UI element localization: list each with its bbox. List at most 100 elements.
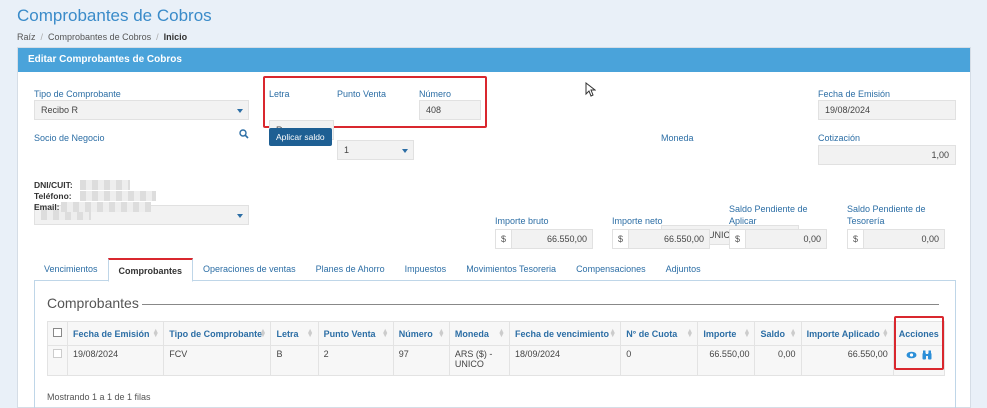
table-row: 19/08/2024 FCV B 2 97 ARS ($) - UNICO 18…: [46, 345, 946, 376]
cell-moneda: ARS ($) - UNICO: [448, 345, 510, 376]
sort-icon: ▲ ▼: [306, 328, 314, 339]
col-fecha-vencimiento[interactable]: Fecha de vencimiento ▲ ▼: [508, 321, 622, 346]
section-divider: [142, 304, 939, 305]
importe-neto-label: Importe neto: [612, 216, 663, 226]
currency-symbol: $: [730, 230, 746, 248]
tab-impuestos[interactable]: Impuestos: [395, 258, 457, 280]
cell-letra: B: [270, 345, 319, 376]
letra-label: Letra: [269, 89, 290, 99]
telefono-label: Teléfono:: [34, 191, 72, 201]
breadcrumb-separator: /: [40, 32, 44, 42]
tipo-comprobante-label: Tipo de Comprobante: [34, 89, 121, 99]
breadcrumb-current: Inicio: [163, 32, 188, 42]
col-saldo[interactable]: Saldo ▲ ▼: [754, 321, 802, 346]
col-tipo-comprobante[interactable]: Tipo de Comprobante ▲ ▼: [163, 321, 272, 346]
tab-bar: Vencimientos Comprobantes Operaciones de…: [34, 258, 956, 282]
tab-vencimientos[interactable]: Vencimientos: [34, 258, 108, 280]
chevron-down-icon: [237, 214, 243, 218]
cell-importe: 66.550,00: [697, 345, 756, 376]
socio-negocio-label: Socio de Negocio: [34, 133, 105, 143]
col-moneda[interactable]: Moneda ▲ ▼: [448, 321, 510, 346]
importe-bruto-field: $ 66.550,00: [495, 229, 593, 249]
tab-adjuntos[interactable]: Adjuntos: [656, 258, 711, 280]
sort-icon: ▲ ▼: [609, 328, 617, 339]
tab-compensaciones[interactable]: Compensaciones: [566, 258, 656, 280]
col-numero[interactable]: Número ▲ ▼: [392, 321, 450, 346]
cell-tipo-comprobante: FCV: [163, 345, 272, 376]
moneda-label: Moneda: [661, 133, 694, 143]
cotizacion-input[interactable]: 1,00: [818, 145, 956, 165]
cell-punto-venta: 2: [317, 345, 394, 376]
importe-bruto-label: Importe bruto: [495, 216, 549, 226]
page-title: Comprobantes de Cobros: [17, 6, 212, 25]
cell-numero: 97: [392, 345, 450, 376]
sort-icon: ▲ ▼: [437, 328, 445, 339]
chevron-down-icon: [402, 149, 408, 153]
aplicar-saldo-button[interactable]: Aplicar saldo: [269, 128, 332, 146]
cell-saldo: 0,00: [754, 345, 802, 376]
tab-content: Comprobantes Fecha de Emisión ▲ ▼ Tipo de …: [34, 281, 956, 408]
search-icon[interactable]: [239, 129, 249, 139]
breadcrumb-root[interactable]: Raíz: [17, 32, 36, 42]
col-importe-aplicado[interactable]: Importe Aplicado ▲ ▼: [800, 321, 894, 346]
chevron-down-icon: [237, 109, 243, 113]
highlight-box-acciones: [894, 316, 944, 370]
blurred-email: [61, 202, 151, 212]
sort-icon: ▲ ▼: [743, 328, 751, 339]
tipo-comprobante-select[interactable]: Recibo R: [34, 100, 249, 120]
tipo-comprobante-value: Recibo R: [41, 105, 79, 115]
select-all-checkbox[interactable]: [53, 328, 62, 337]
saldo-tesoreria-label-line2: Tesorería: [847, 216, 885, 226]
currency-symbol: $: [613, 230, 629, 248]
tab-planes-ahorro[interactable]: Planes de Ahorro: [306, 258, 395, 280]
cell-fecha-vencimiento: 18/09/2024: [508, 345, 622, 376]
row-checkbox-cell: [46, 345, 69, 376]
numero-input[interactable]: 408: [419, 100, 481, 120]
cell-importe-aplicado: 66.550,00: [800, 345, 894, 376]
saldo-aplicar-field: $ 0,00: [729, 229, 827, 249]
punto-venta-select[interactable]: 1: [337, 140, 414, 160]
blurred-telefono: [80, 191, 156, 201]
col-punto-venta[interactable]: Punto Venta ▲ ▼: [317, 321, 394, 346]
col-numero-cuota[interactable]: N° de Cuota ▲ ▼: [620, 321, 699, 346]
section-title: Comprobantes: [47, 295, 139, 311]
numero-label: Número: [419, 89, 452, 99]
importe-neto-field: $ 66.550,00: [612, 229, 710, 249]
punto-venta-label: Punto Venta: [337, 89, 387, 99]
col-letra[interactable]: Letra ▲ ▼: [270, 321, 319, 346]
sort-icon: ▲ ▼: [881, 328, 889, 339]
tab-movimientos-tesoreria[interactable]: Movimientos Tesoreria: [456, 258, 566, 280]
sort-icon: ▲ ▼: [381, 328, 389, 339]
sort-icon: ▲ ▼: [789, 328, 797, 339]
row-checkbox[interactable]: [53, 349, 62, 358]
importe-bruto-value: 66.550,00: [512, 230, 592, 248]
cotizacion-label: Cotización: [818, 133, 861, 143]
cell-fecha-emision: 19/08/2024: [67, 345, 165, 376]
panel-title: Editar Comprobantes de Cobros: [18, 48, 970, 72]
importe-neto-value: 66.550,00: [629, 230, 709, 248]
mouse-cursor-icon: [585, 82, 596, 97]
breadcrumb: Raíz / Comprobantes de Cobros / Inicio: [17, 32, 187, 42]
tab-operaciones-ventas[interactable]: Operaciones de ventas: [193, 258, 306, 280]
saldo-tesoreria-label-line1: Saldo Pendiente de: [847, 204, 926, 214]
cell-numero-cuota: 0: [620, 345, 699, 376]
saldo-aplicar-value: 0,00: [746, 230, 826, 248]
sort-icon: ▲ ▼: [498, 328, 505, 339]
sort-icon: ▲ ▼: [259, 328, 267, 339]
col-importe[interactable]: Importe ▲ ▼: [697, 321, 756, 346]
table-footer-count: Mostrando 1 a 1 de 1 filas: [47, 392, 151, 402]
saldo-aplicar-label-line1: Saldo Pendiente de: [729, 204, 808, 214]
col-fecha-emision[interactable]: Fecha de Emisión ▲ ▼: [67, 321, 165, 346]
sort-icon: ▲ ▼: [152, 328, 160, 339]
tab-comprobantes[interactable]: Comprobantes: [107, 258, 194, 282]
saldo-tesoreria-field: $ 0,00: [847, 229, 945, 249]
saldo-tesoreria-value: 0,00: [864, 230, 944, 248]
edit-panel: Editar Comprobantes de Cobros Tipo de Co…: [17, 47, 971, 408]
breadcrumb-separator: /: [156, 32, 159, 42]
punto-venta-value: 1: [344, 145, 350, 155]
email-label: Email:: [34, 202, 60, 212]
fecha-emision-input[interactable]: 19/08/2024: [818, 100, 956, 120]
dni-label: DNI/CUIT:: [34, 180, 73, 190]
breadcrumb-comprobantes[interactable]: Comprobantes de Cobros: [48, 32, 151, 42]
table-header-row: Fecha de Emisión ▲ ▼ Tipo de Comprobante ▲ ▼…: [46, 321, 946, 346]
